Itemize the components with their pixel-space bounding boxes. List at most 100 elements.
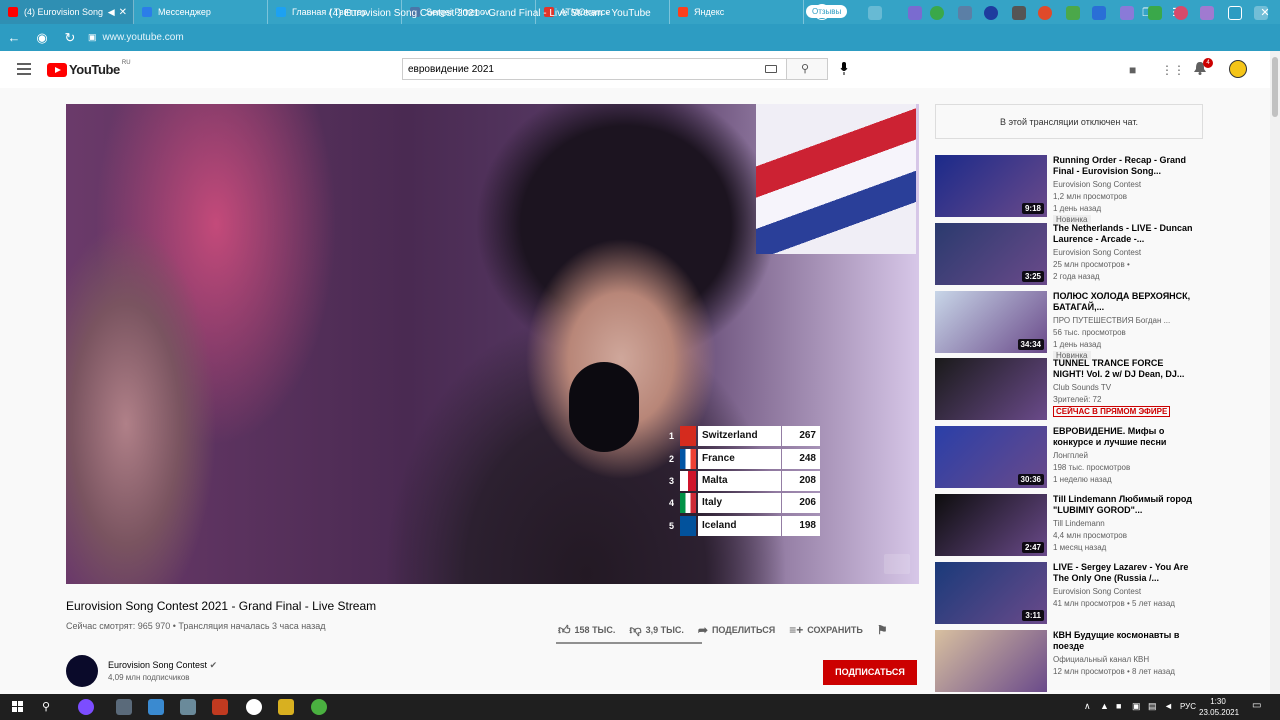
app-icon[interactable] — [311, 699, 327, 715]
system-clock[interactable]: 1:30 23.05.2021 — [1199, 696, 1239, 718]
extension-icon[interactable] — [1120, 6, 1134, 20]
dislike-button[interactable]: 👎︎ 3,9 ТЫС. — [629, 623, 684, 638]
report-button[interactable]: ⚑ — [877, 623, 892, 637]
app-icon[interactable] — [148, 699, 164, 715]
extension-icon[interactable] — [1092, 6, 1106, 20]
video-title: Eurovision Song Contest 2021 - Grand Fin… — [66, 599, 377, 613]
volume-icon[interactable]: ◄ — [1164, 701, 1173, 711]
language-indicator[interactable]: РУС — [1180, 702, 1196, 711]
recommended-video[interactable]: TUNNEL TRANCE FORCE NIGHT! Vol. 2 w/ DJ … — [935, 358, 1200, 426]
extension-icon[interactable] — [1228, 6, 1242, 20]
channel-name[interactable]: ПРО ПУТЕШЕСТВИЯ Богдан ... — [1053, 316, 1170, 325]
channel-name[interactable]: Лонгплей — [1053, 451, 1088, 460]
app-icon[interactable] — [116, 699, 132, 715]
channel-name[interactable]: Eurovision Song Contest — [1053, 587, 1141, 596]
video-thumbnail[interactable]: 3:11 — [935, 561, 1047, 624]
recommended-video[interactable]: 2:47 Till Lindemann Любимый город "LUBIMI… — [935, 493, 1200, 562]
network-icon[interactable]: ▤ — [1148, 701, 1157, 712]
microphone-icon[interactable] — [840, 62, 848, 76]
video-thumbnail[interactable]: 2:47 — [935, 493, 1047, 556]
recommended-video[interactable]: КВН Будущие космонавты в поезде Официальн… — [935, 629, 1200, 698]
view-count: 4,4 млн просмотров — [1053, 530, 1127, 540]
extension-icon[interactable] — [1200, 6, 1214, 20]
extension-icon[interactable] — [908, 6, 922, 20]
url-field[interactable]: www.youtube.com — [103, 32, 303, 43]
tray-icon[interactable]: ▲ — [1100, 701, 1109, 711]
video-title[interactable]: LIVE - Sergey Lazarev - You Are The Only… — [1053, 562, 1193, 584]
channel-name[interactable]: Till Lindemann — [1053, 519, 1105, 528]
youtube-logo[interactable]: YouTube RU — [47, 60, 131, 77]
keyboard-icon[interactable] — [765, 65, 777, 73]
extension-icon[interactable] — [984, 6, 998, 20]
tab-messenger[interactable]: Мессенджер — [134, 0, 268, 24]
recommended-video[interactable]: 3:11 LIVE - Sergey Lazarev - You Are The … — [935, 561, 1200, 630]
search-input[interactable] — [402, 58, 787, 80]
page-scrollbar[interactable] — [1270, 51, 1280, 694]
reviews-button[interactable]: Отзывы — [806, 5, 848, 18]
notifications-center-icon[interactable]: ▭ — [1252, 700, 1261, 711]
channel-name[interactable]: Eurovision Song Contest ✔ — [108, 660, 217, 671]
alice-icon[interactable] — [78, 699, 94, 715]
recommended-video[interactable]: 34:34 ПОЛЮС ХОЛОДА ВЕРХОЯНСК, БАТАГАЙ,...… — [935, 290, 1200, 360]
video-thumbnail[interactable]: 9:18 — [935, 155, 1047, 217]
app-icon[interactable] — [212, 699, 228, 715]
subscribe-button[interactable]: ПОДПИСАТЬСЯ — [823, 660, 917, 685]
cart-icon[interactable] — [958, 6, 972, 20]
share-button[interactable]: ➦ ПОДЕЛИТЬСЯ — [698, 623, 775, 637]
save-button[interactable]: ≡+ СОХРАНИТЬ — [789, 623, 863, 637]
extension-icon[interactable] — [1066, 6, 1080, 20]
recommended-video[interactable]: 30:36 ЕВРОВИДЕНИЕ. Мифы о конкурсе и лучш… — [935, 426, 1200, 494]
tray-icon[interactable]: ■ — [1116, 701, 1121, 711]
channel-name[interactable]: Eurovision Song Contest — [1053, 248, 1141, 257]
app-icon[interactable] — [278, 699, 294, 715]
video-title[interactable]: Till Lindemann Любимый город "LUBIMIY GO… — [1053, 494, 1193, 516]
bookmark-icon[interactable] — [868, 6, 882, 20]
tray-chevron-icon[interactable]: ∧ — [1084, 701, 1091, 712]
video-thumbnail[interactable]: 34:34 — [935, 290, 1047, 353]
video-title[interactable]: ЕВРОВИДЕНИЕ. Мифы о конкурсе и лучшие пе… — [1053, 426, 1193, 448]
tray-icon[interactable]: ▣ — [1132, 701, 1141, 712]
download-icon[interactable] — [1254, 6, 1268, 20]
extension-icon[interactable] — [1148, 6, 1162, 20]
video-title[interactable]: Running Order - Recap - Grand Final - Eu… — [1053, 155, 1193, 177]
video-thumbnail[interactable]: 3:25 — [935, 222, 1047, 285]
search-icon[interactable]: ⚲ — [42, 700, 50, 713]
back-icon[interactable]: ← — [0, 30, 28, 45]
video-player[interactable]: 1 Switzerland 267 2 France 248 3 Malta 208 4 Italy… — [66, 104, 919, 584]
video-title[interactable]: TUNNEL TRANCE FORCE NIGHT! Vol. 2 w/ DJ … — [1053, 358, 1193, 380]
channel-name[interactable]: Официальный канал КВН — [1053, 655, 1149, 664]
channel-name[interactable]: Eurovision Song Contest — [1053, 180, 1141, 189]
menu-icon[interactable] — [17, 63, 31, 78]
create-video-icon[interactable]: ■ — [1129, 63, 1136, 77]
scrollbar-thumb[interactable] — [1272, 57, 1278, 117]
recommended-video[interactable]: 3:25 The Netherlands - LIVE - Duncan Laur… — [935, 222, 1200, 291]
lock-icon: ▣ — [88, 32, 97, 42]
tab-close-icon[interactable]: ✕ — [119, 7, 127, 18]
video-thumbnail[interactable] — [935, 629, 1047, 692]
app-icon[interactable] — [180, 699, 196, 715]
apps-grid-icon[interactable]: ⋮⋮ — [1161, 63, 1185, 77]
video-thumbnail[interactable] — [935, 358, 1047, 421]
video-title[interactable]: ПОЛЮС ХОЛОДА ВЕРХОЯНСК, БАТАГАЙ,... — [1053, 291, 1193, 313]
search-button[interactable]: ⚲ — [787, 58, 828, 80]
protect-icon[interactable]: ◉ — [28, 30, 56, 46]
windows-start-icon[interactable] — [12, 701, 24, 713]
scoreboard-points: 267 — [782, 426, 820, 447]
extension-icon[interactable] — [1038, 6, 1052, 20]
like-button[interactable]: 👍︎ 158 ТЫС. — [558, 623, 615, 638]
extension-icon[interactable] — [930, 6, 944, 20]
channel-name[interactable]: Club Sounds TV — [1053, 383, 1111, 392]
video-duration: 3:25 — [1021, 270, 1044, 282]
video-title[interactable]: The Netherlands - LIVE - Duncan Laurence… — [1053, 223, 1193, 245]
yandex-browser-icon[interactable] — [246, 699, 262, 715]
video-thumbnail[interactable]: 30:36 — [935, 426, 1047, 489]
extension-icon[interactable] — [1012, 6, 1026, 20]
channel-avatar[interactable] — [66, 655, 98, 687]
video-title[interactable]: КВН Будущие космонавты в поезде — [1053, 630, 1193, 652]
recommended-video[interactable]: 9:18 Running Order - Recap - Grand Final … — [935, 155, 1200, 224]
extension-icon[interactable] — [1174, 6, 1188, 20]
tab-eurovision[interactable]: (4) Eurovision Song ◀ ✕ — [0, 0, 134, 24]
tab-yandex[interactable]: Яндекс — [670, 0, 804, 24]
account-avatar[interactable] — [1229, 60, 1247, 78]
reload-icon[interactable]: ↻ — [56, 30, 84, 46]
